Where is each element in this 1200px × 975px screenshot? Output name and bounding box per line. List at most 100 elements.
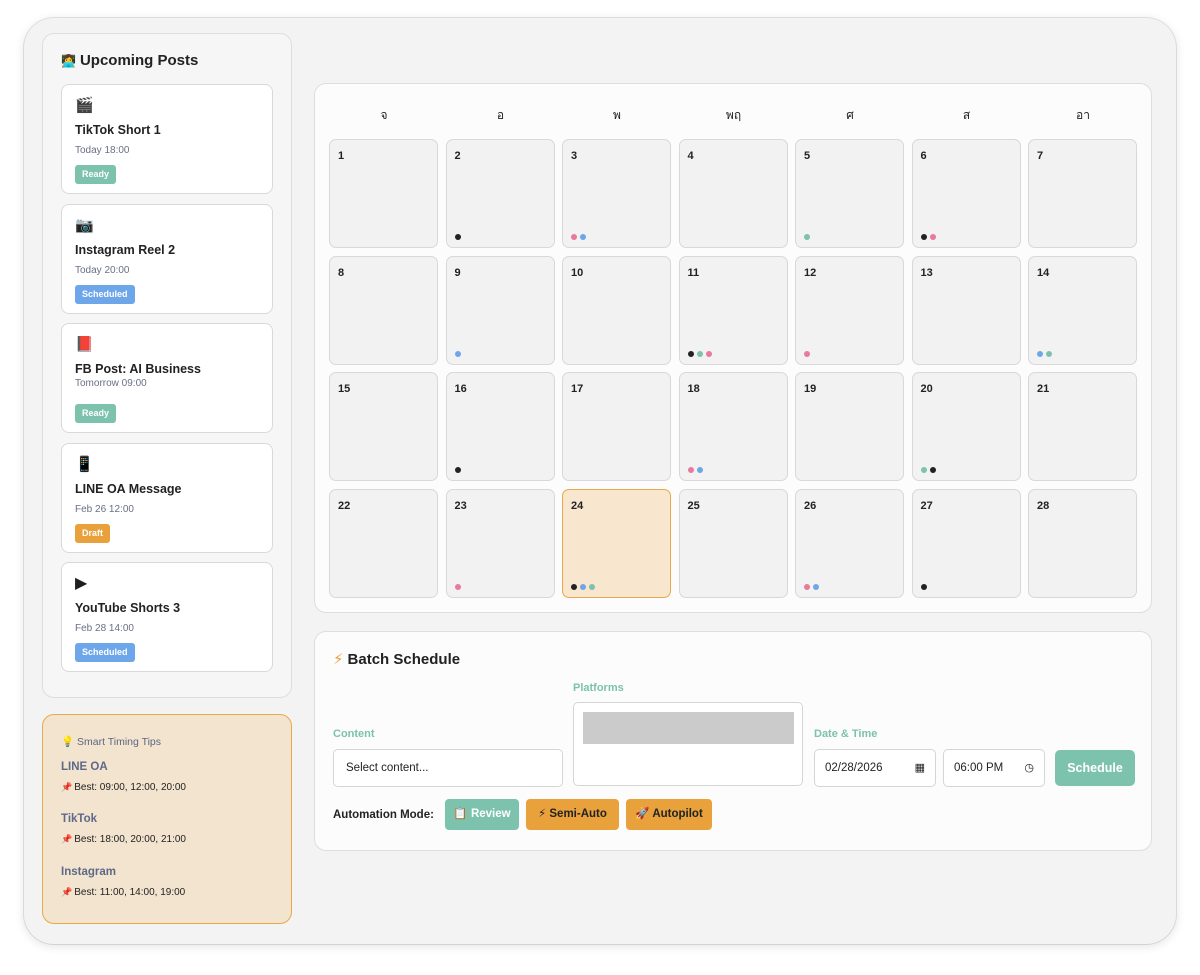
tip-best-times: 📌 Best: 18:00, 20:00, 21:00 [61, 834, 186, 845]
calendar-day-cell[interactable]: 8 [329, 255, 438, 365]
status-badge: Ready [75, 404, 117, 423]
post-indicator-dots [454, 350, 461, 357]
post-card[interactable]: 📱 LINE OA Message Feb 26 12:00 Draft [61, 443, 273, 553]
calendar-day-cell[interactable]: 4 [678, 139, 788, 248]
calendar-day-cell[interactable]: 17 [562, 372, 671, 481]
post-time: Today 18:00 [75, 145, 130, 156]
post-card[interactable]: 🎬 TikTok Short 1 Today 18:00 Ready [61, 84, 273, 194]
mode-autopilot-button[interactable]: 🚀 Autopilot [626, 799, 712, 830]
calendar-day-cell[interactable]: 11 [678, 255, 788, 365]
post-dot [929, 467, 936, 473]
post-card[interactable]: 📷 Instagram Reel 2 Today 20:00 Scheduled [61, 204, 273, 314]
day-number: 1 [338, 150, 345, 162]
day-number: 11 [687, 266, 700, 279]
weekday-header: ศ [846, 108, 854, 122]
calendar-day-cell[interactable]: 5 [795, 139, 904, 248]
post-dot [589, 583, 595, 590]
schedule-button[interactable]: Schedule [1055, 750, 1135, 786]
day-number: 16 [454, 383, 467, 395]
clock-icon[interactable]: ◷ [1024, 750, 1034, 786]
calendar-day-cell[interactable]: 18 [678, 372, 788, 481]
tips-title: 💡 Smart Timing Tips [61, 736, 162, 748]
calendar-day-cell[interactable]: 13 [911, 255, 1021, 365]
post-time: Today 20:00 [75, 265, 130, 276]
mode-semi-auto-button[interactable]: ⚡ Semi-Auto [526, 799, 619, 830]
post-dot [920, 583, 927, 590]
post-indicator-dots [571, 234, 586, 240]
tip-best-times: 📌 Best: 11:00, 14:00, 19:00 [61, 887, 186, 898]
calendar-day-cell[interactable]: 23 [445, 488, 555, 598]
calendar-day-cell[interactable]: 19 [795, 372, 904, 481]
post-dot [929, 234, 936, 240]
post-card[interactable]: 📕 FB Post: AI Business Tomorrow 09:00 Re… [61, 323, 273, 433]
calendar-day-cell[interactable]: 27 [911, 488, 1021, 598]
day-number: 8 [338, 266, 345, 279]
post-card[interactable]: ▶ YouTube Shorts 3 Feb 28 14:00 Schedule… [61, 562, 273, 672]
calendar-day-cell[interactable]: 28 [1028, 488, 1137, 598]
day-number: 9 [454, 266, 461, 279]
time-value: 06:00 PM [954, 762, 1004, 774]
weekday-header: ส [962, 108, 971, 122]
calendar-day-cell[interactable]: 22 [329, 488, 438, 598]
post-time: Tomorrow 09:00 [75, 378, 147, 389]
calendar-day-cell[interactable]: 10 [562, 255, 671, 365]
calendar-day-cell[interactable]: 26 [795, 488, 904, 598]
upcoming-posts-title: 👩‍💻 Upcoming Posts [61, 52, 199, 69]
calendar-day-cell[interactable]: 1 [329, 139, 438, 248]
lightning-icon: ⚡ [333, 651, 344, 668]
day-number: 27 [920, 499, 933, 512]
platforms-label: Platforms [573, 682, 624, 694]
day-number: 3 [571, 150, 578, 162]
post-indicator-dots [571, 583, 595, 590]
platforms-select[interactable] [573, 702, 803, 786]
pushpin-icon: 📌 [61, 782, 73, 792]
weekday-header: จ [380, 108, 388, 122]
day-number: 28 [1037, 499, 1050, 512]
day-number: 12 [804, 266, 817, 279]
date-input[interactable]: 02/28/2026 ▦ [814, 749, 936, 787]
day-number: 7 [1037, 150, 1044, 162]
post-dot [687, 467, 694, 473]
calendar-day-cell[interactable]: 24 [562, 488, 671, 598]
weekday-header: พฤ [725, 108, 742, 122]
post-dot [1037, 350, 1043, 357]
tip-item: Instagram 📌 Best: 11:00, 14:00, 19:00 [61, 866, 185, 898]
content-select[interactable]: Select content... [333, 749, 563, 787]
datetime-label: Date & Time [814, 728, 878, 740]
post-dot [705, 350, 712, 357]
day-number: 22 [338, 499, 351, 512]
status-badge: Ready [75, 165, 117, 184]
calendar-day-cell[interactable]: 14 [1028, 255, 1137, 365]
post-title: YouTube Shorts 3 [75, 601, 181, 615]
calendar-day-cell[interactable]: 25 [678, 488, 788, 598]
mode-review-button[interactable]: 📋 Review [445, 799, 519, 830]
day-number: 20 [920, 383, 933, 395]
calendar-day-cell[interactable]: 16 [445, 372, 555, 481]
post-indicator-dots [804, 350, 810, 357]
smart-timing-tips-panel: 💡 Smart Timing Tips LINE OA 📌 Best: 09:00… [42, 714, 292, 924]
tip-platform-name: Instagram [61, 866, 116, 878]
calendar-day-cell[interactable]: 21 [1028, 372, 1137, 481]
post-title: TikTok Short 1 [75, 123, 161, 137]
post-indicator-dots [687, 467, 703, 473]
calendar-icon[interactable]: ▦ [915, 750, 925, 786]
camera-icon: 📷 [75, 217, 94, 234]
phone-icon: 📱 [75, 456, 94, 473]
calendar-day-cell[interactable]: 12 [795, 255, 904, 365]
calendar-day-cell[interactable]: 20 [911, 372, 1021, 481]
time-input[interactable]: 06:00 PM ◷ [943, 749, 1045, 787]
calendar-day-cell[interactable]: 6 [911, 139, 1021, 248]
weekday-header: อา [1076, 108, 1090, 122]
app-window: 👩‍💻 Upcoming Posts 🎬 TikTok Short 1 Today… [24, 18, 1176, 944]
day-number: 10 [571, 266, 584, 279]
post-dot [454, 234, 461, 240]
weekday-header: พ [613, 108, 621, 122]
post-dot [1046, 350, 1052, 357]
calendar-day-cell[interactable]: 2 [445, 139, 555, 248]
calendar-day-cell[interactable]: 15 [329, 372, 438, 481]
calendar-day-cell[interactable]: 3 [562, 139, 671, 248]
calendar-day-cell[interactable]: 9 [445, 255, 555, 365]
platforms-selection-bar[interactable] [583, 712, 794, 744]
automation-mode-label: Automation Mode: [333, 809, 434, 821]
calendar-day-cell[interactable]: 7 [1028, 139, 1137, 248]
